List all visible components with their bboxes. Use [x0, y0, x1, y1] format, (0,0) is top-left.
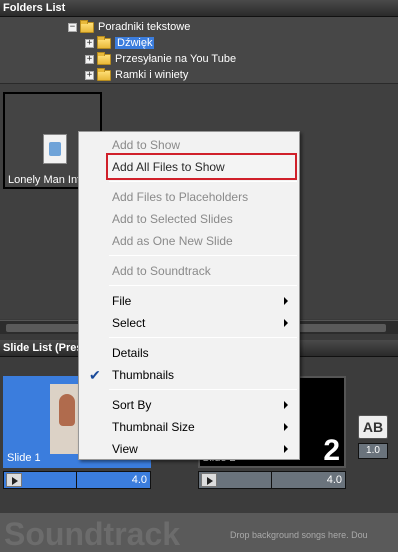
soundtrack-title: Soundtrack: [4, 516, 181, 552]
tree-item-label: Przesyłanie na You Tube: [115, 53, 237, 65]
collapse-icon[interactable]: −: [68, 22, 77, 32]
menu-item-label: Sort By: [112, 398, 152, 412]
tree-item-dzwiek[interactable]: + Dźwięk: [85, 35, 155, 51]
submenu-arrow-icon: [284, 401, 288, 409]
menu-item-label: Add to Soundtrack: [112, 264, 211, 278]
folder-icon: [97, 51, 111, 65]
submenu-arrow-icon: [284, 423, 288, 431]
menu-item-label: View: [112, 442, 138, 456]
menu-item-file[interactable]: File: [80, 290, 298, 312]
tree-item-poradniki[interactable]: − Poradniki tekstowe: [68, 19, 190, 35]
slide-duration[interactable]: 4.0: [271, 472, 345, 488]
slide-1-controls: 4.0: [3, 471, 151, 489]
menu-item-add-to-selected-slides[interactable]: Add to Selected Slides: [80, 208, 298, 230]
context-menu: Add to Show Add All Files to Show Add Fi…: [78, 131, 300, 460]
menu-item-label: Details: [112, 346, 149, 360]
menu-item-label: Thumbnail Size: [112, 420, 195, 434]
menu-item-label: Select: [112, 316, 146, 330]
menu-item-label: Add to Selected Slides: [112, 212, 233, 226]
tree-item-ramki[interactable]: + Ramki i winiety: [85, 67, 188, 83]
soundtrack-panel[interactable]: Soundtrack Drop background songs here. D…: [0, 513, 398, 552]
menu-item-select[interactable]: Select: [80, 312, 298, 334]
expand-icon[interactable]: +: [85, 54, 94, 64]
expand-icon[interactable]: +: [85, 38, 94, 48]
menu-item-thumbnails[interactable]: ✔ Thumbnails: [80, 364, 298, 386]
soundtrack-hint: Drop background songs here. Dou: [230, 530, 368, 540]
slide-duration[interactable]: 4.0: [76, 472, 150, 488]
play-icon[interactable]: [6, 473, 22, 487]
transition-duration[interactable]: 1.0: [358, 443, 388, 459]
slide-name: Slide 1: [7, 452, 41, 464]
menu-item-view[interactable]: View: [80, 438, 298, 460]
tree-item-label: Poradniki tekstowe: [98, 21, 191, 33]
tree-item-label: Ramki i winiety: [115, 69, 189, 81]
menu-separator: [109, 255, 297, 256]
tree-item-label: Dźwięk: [115, 37, 155, 49]
menu-item-details[interactable]: Details: [80, 342, 298, 364]
menu-item-add-to-soundtrack[interactable]: Add to Soundtrack: [80, 260, 298, 282]
submenu-arrow-icon: [284, 319, 288, 327]
submenu-arrow-icon: [284, 445, 288, 453]
folder-icon: [80, 19, 94, 33]
submenu-arrow-icon: [284, 297, 288, 305]
tree-item-przesylanie[interactable]: + Przesyłanie na You Tube: [85, 51, 236, 67]
menu-item-label: Add as One New Slide: [112, 234, 233, 248]
expand-icon[interactable]: +: [85, 70, 94, 80]
checkmark-icon: ✔: [89, 367, 101, 383]
menu-separator: [109, 337, 297, 338]
menu-item-thumbnail-size[interactable]: Thumbnail Size: [80, 416, 298, 438]
folder-icon: [97, 67, 111, 81]
play-icon[interactable]: [201, 473, 217, 487]
transition-icon[interactable]: AB: [358, 415, 388, 439]
menu-item-add-as-one-new-slide[interactable]: Add as One New Slide: [80, 230, 298, 252]
highlight-box: [106, 153, 297, 180]
menu-item-label: Add to Show: [112, 138, 181, 152]
menu-item-label: Add Files to Placeholders: [112, 190, 249, 204]
menu-item-label: File: [112, 294, 132, 308]
folders-tree[interactable]: − Poradniki tekstowe + Dźwięk + Przesyła…: [0, 17, 398, 83]
slide-2-controls: 4.0: [198, 471, 346, 489]
menu-item-add-files-to-placeholders[interactable]: Add Files to Placeholders: [80, 186, 298, 208]
slide-number: 2: [323, 434, 340, 467]
folders-list-header: Folders List: [0, 0, 398, 17]
menu-separator: [109, 181, 297, 182]
folder-icon: [97, 35, 111, 49]
menu-separator: [109, 389, 297, 390]
audio-file-icon: [43, 134, 67, 164]
menu-item-label: Thumbnails: [112, 368, 175, 382]
menu-separator: [109, 285, 297, 286]
menu-item-sort-by[interactable]: Sort By: [80, 394, 298, 416]
